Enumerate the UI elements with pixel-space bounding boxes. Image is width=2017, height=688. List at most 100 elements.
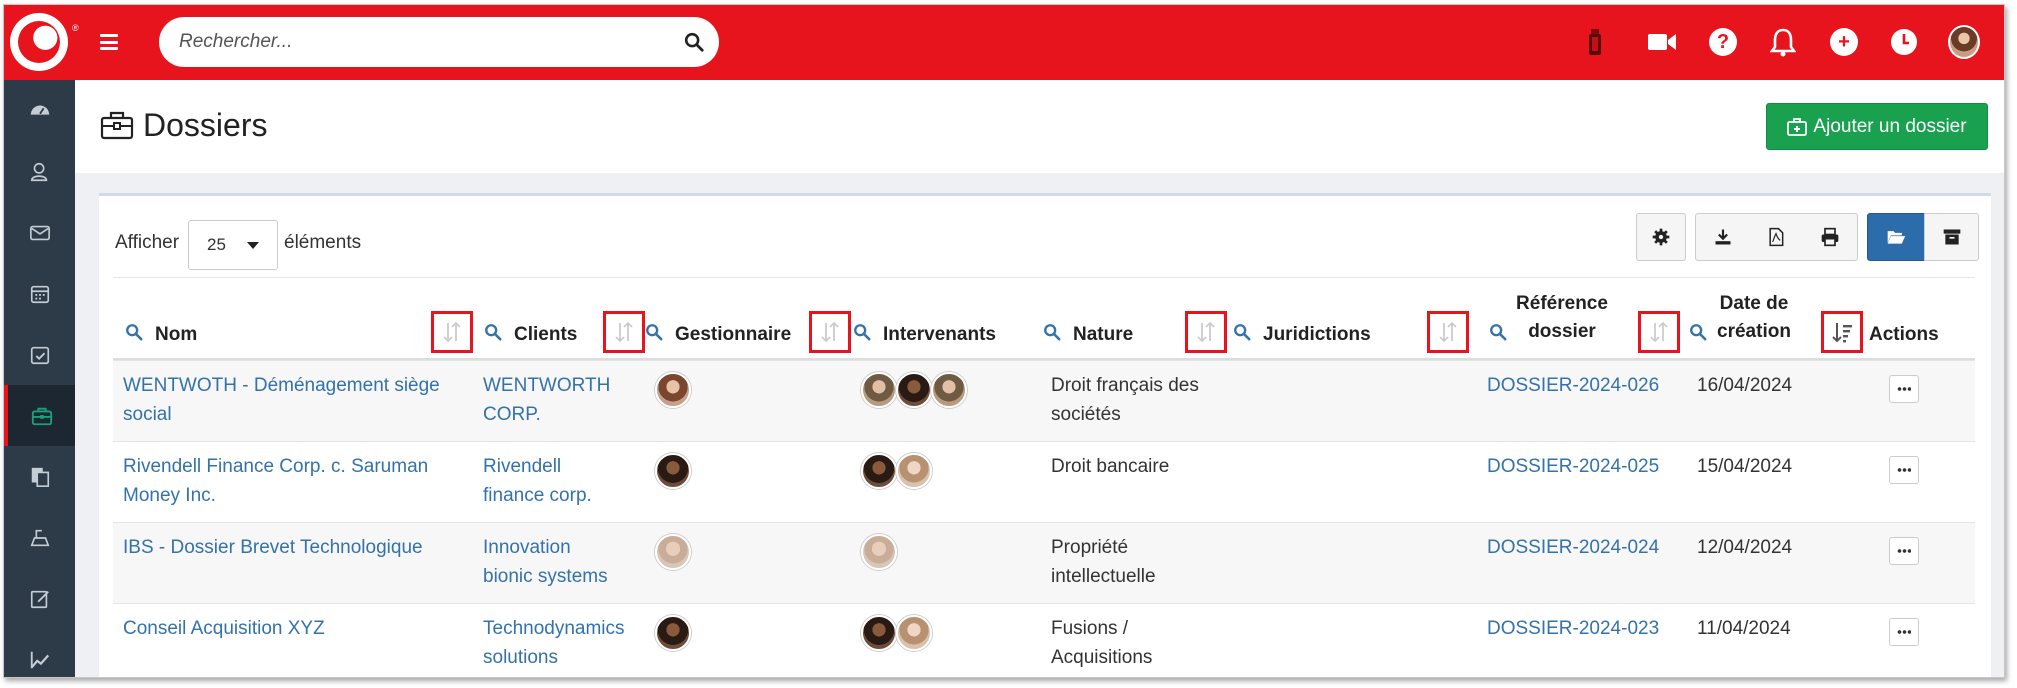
client-link[interactable]: Innovation bionic systems bbox=[483, 534, 623, 591]
sidebar-item-tasks[interactable] bbox=[4, 324, 75, 385]
date-text: 16/04/2024 bbox=[1697, 375, 1793, 396]
search-icon[interactable] bbox=[683, 31, 705, 53]
folder-open-icon bbox=[1887, 231, 1906, 244]
client-link[interactable]: Technodynamics solutions bbox=[483, 615, 625, 672]
avatar[interactable] bbox=[896, 453, 932, 489]
avatar[interactable] bbox=[896, 372, 932, 408]
avatar[interactable] bbox=[861, 534, 897, 570]
sidebar-item-calendar[interactable] bbox=[4, 263, 75, 324]
print-button[interactable] bbox=[1803, 213, 1858, 261]
client-link[interactable]: WENTWORTH CORP. bbox=[483, 372, 623, 429]
search-input[interactable] bbox=[179, 29, 659, 55]
search-icon[interactable] bbox=[1489, 323, 1507, 341]
sidebar-item-mail[interactable] bbox=[4, 202, 75, 263]
row-actions-button[interactable] bbox=[1889, 537, 1919, 565]
search-icon[interactable] bbox=[484, 323, 502, 341]
column-label-reference-line1: Référence bbox=[1516, 293, 1608, 314]
reference-link[interactable]: DOSSIER-2024-024 bbox=[1487, 534, 1659, 563]
reference-link[interactable]: DOSSIER-2024-023 bbox=[1487, 615, 1659, 644]
reference-link[interactable]: DOSSIER-2024-026 bbox=[1487, 372, 1659, 401]
sort-nom-button[interactable] bbox=[431, 311, 473, 353]
avatar[interactable] bbox=[896, 615, 932, 651]
avatar[interactable] bbox=[655, 534, 691, 570]
sort-reference-button[interactable] bbox=[1638, 311, 1680, 353]
avatar[interactable] bbox=[655, 453, 691, 489]
table-row: Rivendell Finance Corp. c. Saruman Money … bbox=[113, 441, 1975, 522]
reference-link[interactable]: DOSSIER-2024-025 bbox=[1487, 453, 1659, 482]
search-icon[interactable] bbox=[1233, 323, 1251, 341]
bell-icon[interactable] bbox=[1767, 25, 1799, 59]
ellipsis-icon bbox=[1897, 468, 1911, 472]
archived-dossiers-button[interactable] bbox=[1924, 213, 1979, 261]
sidebar-item-dossiers[interactable] bbox=[4, 385, 75, 446]
mail-icon bbox=[29, 225, 50, 240]
column-label-clients: Clients bbox=[514, 324, 578, 345]
column-header-nature: Nature bbox=[1041, 278, 1231, 360]
row-actions-button[interactable] bbox=[1889, 375, 1919, 403]
settings-button[interactable] bbox=[1636, 213, 1686, 261]
sort-clients-button[interactable] bbox=[603, 311, 645, 353]
add-dossier-button[interactable]: Ajouter un dossier bbox=[1766, 103, 1988, 150]
pdf-button[interactable] bbox=[1749, 213, 1804, 261]
sidebar-item-notes[interactable] bbox=[4, 568, 75, 629]
sidebar-item-stats[interactable] bbox=[4, 629, 75, 677]
sort-gestionnaire-button[interactable] bbox=[809, 311, 851, 353]
row-actions-button[interactable] bbox=[1889, 618, 1919, 646]
search-icon[interactable] bbox=[645, 323, 663, 341]
dossier-name-link[interactable]: WENTWOTH - Déménagement siège social bbox=[123, 372, 463, 429]
avatar[interactable] bbox=[655, 615, 691, 651]
avatar[interactable] bbox=[655, 372, 691, 408]
table-row: WENTWOTH - Déménagement siège social WENT… bbox=[113, 360, 1975, 441]
dossier-name-link[interactable]: IBS - Dossier Brevet Technologique bbox=[123, 534, 463, 563]
sort-icon bbox=[1197, 321, 1215, 343]
billing-icon bbox=[30, 529, 49, 546]
open-dossiers-button[interactable] bbox=[1867, 213, 1925, 261]
column-header-actions: Actions bbox=[1863, 278, 1975, 360]
column-label-juridictions: Juridictions bbox=[1263, 324, 1371, 345]
video-icon[interactable] bbox=[1646, 25, 1678, 59]
search-icon[interactable] bbox=[1689, 323, 1707, 341]
hamburger-icon[interactable] bbox=[100, 34, 118, 50]
avatar[interactable] bbox=[861, 615, 897, 651]
row-actions-button[interactable] bbox=[1889, 456, 1919, 484]
search-icon[interactable] bbox=[853, 323, 871, 341]
download-button[interactable] bbox=[1695, 213, 1750, 261]
sort-juridictions-button[interactable] bbox=[1427, 311, 1469, 353]
dashboard-icon bbox=[30, 105, 49, 115]
table-header: Nom Clients Gestionnaire Intervenants Na… bbox=[113, 278, 1975, 360]
table-row: IBS - Dossier Brevet Technologique Innov… bbox=[113, 522, 1975, 603]
plus-icon[interactable]: + bbox=[1828, 25, 1860, 59]
search-icon[interactable] bbox=[1043, 323, 1061, 341]
dossier-name-link[interactable]: Conseil Acquisition XYZ bbox=[123, 615, 463, 644]
sort-descending-icon bbox=[1832, 323, 1852, 343]
pdf-icon bbox=[1769, 227, 1784, 247]
sort-icon bbox=[1439, 321, 1457, 343]
timer-icon[interactable] bbox=[1579, 25, 1611, 59]
sidebar-item-billing[interactable] bbox=[4, 507, 75, 568]
download-icon bbox=[1715, 229, 1730, 245]
avatar[interactable] bbox=[861, 453, 897, 489]
briefcase-icon bbox=[31, 407, 52, 425]
logo-icon[interactable]: ® bbox=[10, 13, 79, 71]
avatar[interactable] bbox=[1948, 25, 1980, 59]
date-text: 11/04/2024 bbox=[1697, 618, 1791, 639]
clock-icon[interactable] bbox=[1888, 25, 1920, 59]
page-size-select[interactable]: 25 bbox=[188, 220, 278, 270]
sort-date-button[interactable] bbox=[1821, 311, 1863, 353]
avatar[interactable] bbox=[931, 372, 967, 408]
ellipsis-icon bbox=[1897, 549, 1911, 553]
sidebar-item-dashboard[interactable] bbox=[4, 80, 75, 141]
ellipsis-icon bbox=[1897, 387, 1911, 391]
sidebar-item-contacts[interactable] bbox=[4, 141, 75, 202]
search-icon[interactable] bbox=[125, 323, 143, 341]
contacts-icon bbox=[30, 162, 47, 181]
client-link[interactable]: Rivendell finance corp. bbox=[483, 453, 623, 510]
avatar[interactable] bbox=[861, 372, 897, 408]
stats-icon bbox=[30, 651, 49, 668]
sidebar-item-documents[interactable] bbox=[4, 446, 75, 507]
page-title: Dossiers bbox=[143, 107, 268, 143]
sort-nature-button[interactable] bbox=[1185, 311, 1227, 353]
dossier-name-link[interactable]: Rivendell Finance Corp. c. Saruman Money … bbox=[123, 453, 463, 510]
help-icon[interactable]: ? bbox=[1707, 25, 1739, 59]
column-label-nom: Nom bbox=[155, 324, 198, 345]
